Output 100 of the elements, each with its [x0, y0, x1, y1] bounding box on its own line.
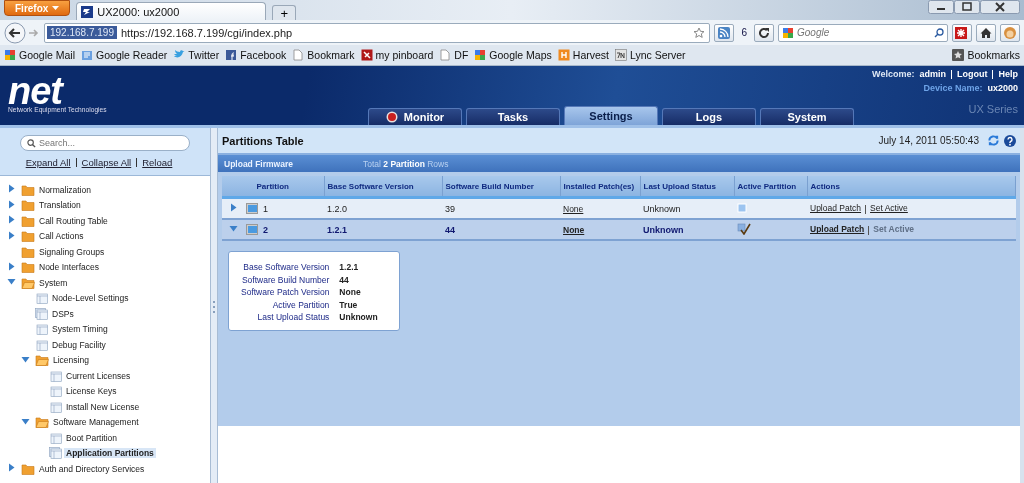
collapse-arrow-icon[interactable]: [21, 416, 30, 426]
reload-button[interactable]: [754, 23, 774, 42]
nav-tab[interactable]: Monitor: [368, 108, 462, 125]
table-cell: 39: [442, 197, 560, 219]
tree-item[interactable]: Call Routing Table: [37, 215, 110, 226]
bookmark-link[interactable]: Harvest: [557, 49, 609, 61]
device-name-label: Device Name:: [923, 83, 983, 93]
tree-link[interactable]: Expand All: [25, 157, 71, 168]
nav-tab[interactable]: Settings: [564, 106, 658, 125]
tree-item[interactable]: Install New License: [64, 401, 142, 412]
help-icon[interactable]: [1004, 134, 1016, 147]
refresh-icon[interactable]: [987, 134, 1000, 147]
folder-icon: [21, 261, 35, 274]
header-link[interactable]: Help: [998, 69, 1018, 79]
asterisk-icon: [955, 26, 969, 39]
star-icon[interactable]: [693, 26, 706, 39]
column-header: Installed Patch(es): [560, 176, 640, 198]
page-icon: [49, 400, 62, 413]
splitter-handle-icon[interactable]: [213, 301, 215, 313]
search-field[interactable]: Google: [778, 23, 948, 42]
minimize-icon[interactable]: [928, 0, 954, 14]
tree-item[interactable]: Node-Level Settings: [50, 293, 131, 304]
search-icon[interactable]: [934, 27, 944, 38]
bookmark-link[interactable]: my pinboard: [360, 49, 434, 61]
table-cell: 1.2.1: [324, 219, 442, 240]
bookmark-icon: [81, 49, 94, 61]
browser-tab[interactable]: UX2000: ux2000: [76, 2, 267, 20]
series-label: UX Series: [968, 103, 1018, 115]
tree-item[interactable]: Signaling Groups: [37, 246, 107, 257]
tree-item[interactable]: Application Partitions: [64, 448, 156, 459]
search-engine-icon[interactable]: [782, 26, 794, 39]
tree-item[interactable]: Licensing: [51, 355, 91, 366]
address-bar[interactable]: 192.168.7.199 https://192.168.7.199/cgi/index.php: [44, 22, 711, 43]
bookmark-link[interactable]: Bookmark: [292, 49, 355, 61]
patches-link[interactable]: None: [563, 203, 584, 214]
nav-tab[interactable]: Tasks: [466, 108, 560, 125]
patches-link[interactable]: None: [563, 224, 585, 235]
expand-arrow-icon[interactable]: [229, 203, 238, 212]
upload-firmware-button[interactable]: Upload Firmware: [224, 158, 293, 169]
page-icon: [49, 447, 62, 460]
column-header: Partition: [222, 176, 324, 198]
device-name: ux2000: [987, 83, 1018, 93]
action-link[interactable]: Upload Patch: [810, 224, 865, 235]
action-link[interactable]: Set Active: [870, 203, 908, 214]
tree-item[interactable]: DSPs: [50, 308, 76, 319]
tree-item[interactable]: Normalization: [37, 184, 93, 195]
bookmark-icon: [360, 49, 373, 61]
detail-label: Software Build Number: [240, 274, 330, 285]
tree-item[interactable]: Current Licenses: [64, 370, 133, 381]
site-identity-badge[interactable]: 192.168.7.199: [47, 26, 117, 39]
new-tab-button[interactable]: +: [272, 5, 297, 20]
bookmark-link[interactable]: Google Mail: [4, 49, 76, 61]
tree-item[interactable]: Call Actions: [37, 231, 86, 242]
header-link[interactable]: Logout: [957, 69, 988, 79]
tree-item[interactable]: System: [37, 277, 70, 288]
tree-item[interactable]: Node Interfaces: [37, 262, 101, 273]
bookmark-link[interactable]: DF: [439, 49, 469, 61]
home-button[interactable]: [976, 23, 996, 42]
folder-icon: [35, 416, 49, 429]
page-icon: [35, 338, 48, 351]
search-icon: [27, 138, 36, 148]
page-icon: [35, 323, 48, 336]
feed-button[interactable]: [714, 23, 735, 42]
nav-tab[interactable]: Logs: [662, 108, 756, 125]
welcome-label: Welcome:: [872, 69, 915, 79]
maximize-icon[interactable]: [954, 0, 980, 14]
bookmark-icon: [439, 49, 452, 61]
back-icon[interactable]: [4, 21, 26, 44]
tree-item[interactable]: License Keys: [64, 386, 119, 397]
bookmark-link[interactable]: Facebook: [225, 49, 287, 61]
bookmark-link[interactable]: Google Reader: [81, 49, 168, 61]
expand-arrow-icon[interactable]: [7, 261, 16, 271]
bookmark-link[interactable]: Google Maps: [474, 49, 552, 61]
home-icon: [980, 26, 992, 39]
bookmarks-menu[interactable]: Bookmarks: [952, 49, 1020, 61]
tree-item[interactable]: Boot Partition: [64, 432, 120, 443]
reload-icon: [758, 26, 770, 39]
tree-item[interactable]: System Timing: [50, 324, 110, 335]
page-icon: [35, 292, 48, 305]
nav-tab[interactable]: System: [760, 108, 854, 125]
tree-link[interactable]: Reload: [142, 157, 173, 168]
action-link[interactable]: Upload Patch: [810, 203, 862, 214]
page-icon: [49, 369, 62, 382]
collapse-arrow-icon[interactable]: [7, 277, 16, 287]
tree-item[interactable]: Auth and Directory Services: [37, 463, 147, 474]
detail-label: Base Software Version: [242, 262, 330, 272]
tree-item[interactable]: Translation: [37, 200, 83, 211]
addon-button[interactable]: [952, 23, 972, 42]
search-input[interactable]: Google: [797, 27, 931, 38]
collapse-arrow-icon[interactable]: [21, 354, 30, 364]
search-field[interactable]: Search...: [20, 135, 190, 151]
tree-item[interactable]: Debug Facility: [50, 339, 108, 350]
close-icon[interactable]: [980, 0, 1020, 14]
tree-link[interactable]: Collapse All: [81, 157, 132, 168]
tree-item[interactable]: Software Management: [51, 417, 141, 428]
column-header: Last Upload Status: [640, 176, 734, 198]
expand-arrow-icon[interactable]: [7, 463, 16, 473]
bookmark-link[interactable]: Twitter: [173, 49, 220, 61]
bookmark-link[interactable]: Lync Server: [615, 49, 686, 61]
collapse-arrow-icon[interactable]: [229, 224, 238, 233]
